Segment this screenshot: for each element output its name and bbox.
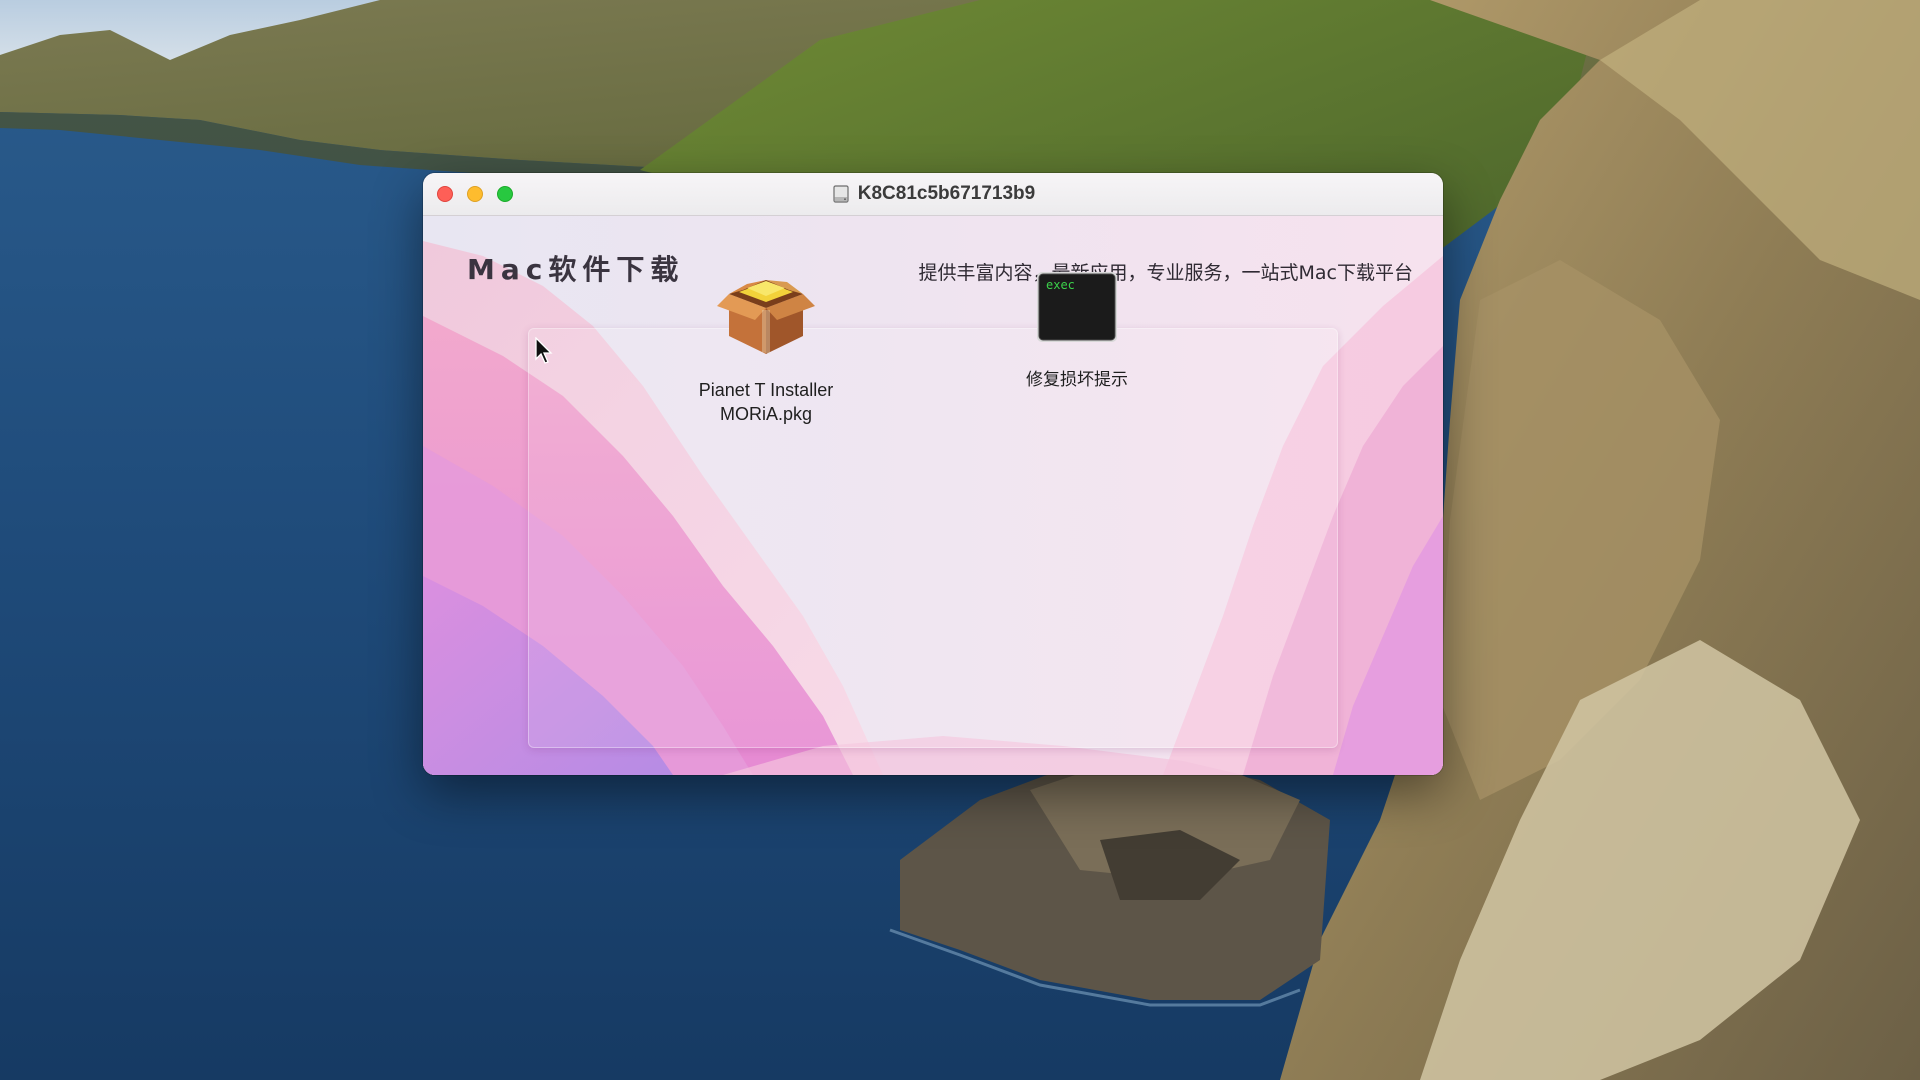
exec-terminal-icon: exec xyxy=(1037,272,1117,342)
window-title: K8C81c5b671713b9 xyxy=(857,183,1036,204)
window-content: Mac软件下载 提供丰富内容，最新应用，专业服务，一站式Mac下载平台 Pian… xyxy=(423,216,1443,775)
exec-file-label: 修复损坏提示 xyxy=(1026,370,1128,390)
package-file-name: Pianet T Installer MORiA.pkg xyxy=(698,380,834,424)
file-drop-panel xyxy=(528,328,1338,748)
arrow-cursor-icon xyxy=(535,337,553,364)
window-title-group: K8C81c5b671713b9 xyxy=(423,173,1443,215)
dmg-window: K8C81c5b671713b9 Mac软件下载 提供丰富内容，最新应用，专业服… xyxy=(423,173,1443,775)
exec-file-item[interactable]: exec 修复损坏提示 xyxy=(997,271,1157,390)
disk-image-icon xyxy=(833,185,849,203)
exec-icon-text: exec xyxy=(1046,278,1075,292)
brand-title: Mac软件下载 xyxy=(467,253,685,286)
window-titlebar[interactable]: K8C81c5b671713b9 xyxy=(423,173,1443,216)
package-icon xyxy=(717,280,815,354)
package-file-item[interactable]: Pianet T Installer MORiA.pkg xyxy=(676,274,856,426)
desktop: K8C81c5b671713b9 Mac软件下载 提供丰富内容，最新应用，专业服… xyxy=(0,0,1920,1080)
package-file-label: Pianet T Installer MORiA.pkg xyxy=(676,378,856,426)
brand-tagline: 提供丰富内容，最新应用，专业服务，一站式Mac下载平台 xyxy=(918,262,1413,284)
